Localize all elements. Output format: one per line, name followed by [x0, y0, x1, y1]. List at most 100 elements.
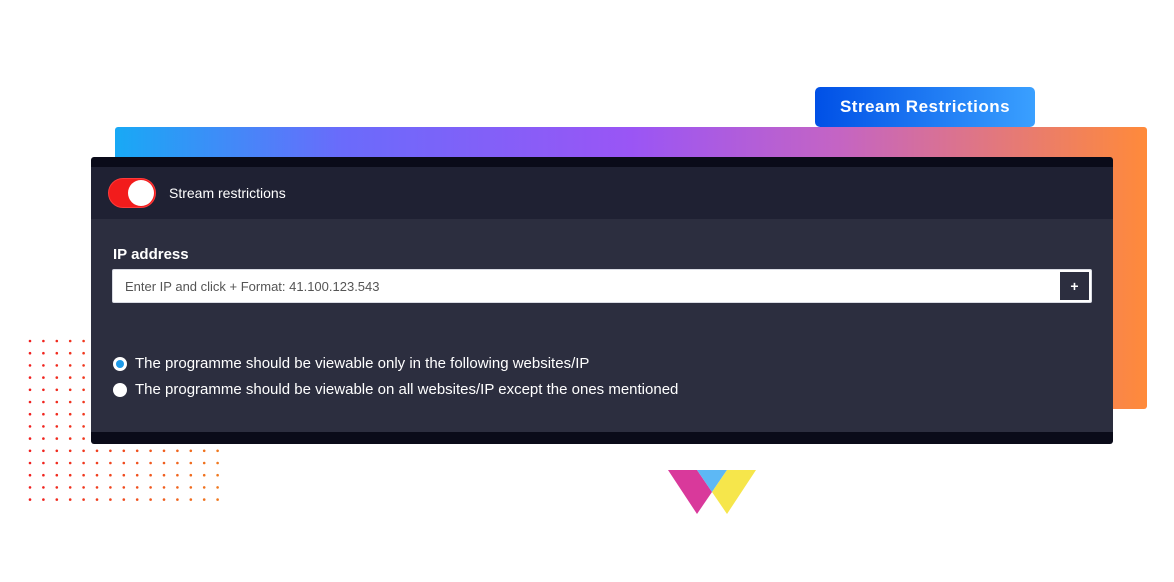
decoration-dot [28, 437, 32, 440]
decoration-dot [82, 412, 85, 416]
decoration-dot [42, 376, 45, 379]
decoration-dot [42, 388, 45, 392]
decoration-dot [176, 461, 179, 465]
decoration-dot [149, 461, 152, 465]
decoration-dot [68, 473, 72, 477]
decoration-dot [202, 461, 206, 465]
decoration-dot [42, 364, 45, 367]
decoration-dot [68, 412, 72, 416]
decoration-dot [42, 351, 45, 355]
decoration-dot [68, 351, 72, 355]
decoration-dot [28, 461, 32, 465]
decoration-dot [42, 461, 45, 465]
decoration-dot [55, 339, 59, 343]
decoration-dot [202, 473, 206, 477]
decoration-dot [82, 437, 85, 440]
decoration-dot [55, 498, 59, 501]
decoration-dot [82, 376, 85, 379]
decoration-dot [42, 449, 45, 453]
decoration-dot [95, 461, 99, 465]
decoration-dot [28, 412, 32, 416]
radio-option-whitelist[interactable]: The programme should be viewable only in… [113, 355, 589, 372]
decoration-dot [82, 351, 85, 355]
decoration-dot [42, 339, 45, 343]
decoration-dot [216, 461, 219, 465]
decoration-dot [68, 425, 72, 428]
decoration-dot [216, 473, 219, 477]
decoration-dot [109, 498, 112, 501]
decoration-dot [55, 376, 59, 379]
decoration-dot [42, 486, 45, 489]
decoration-dot [68, 364, 72, 367]
decoration-dot [82, 449, 85, 453]
decoration-dot [68, 437, 72, 440]
stream-restrictions-toggle[interactable] [108, 178, 156, 208]
decoration-dot [135, 461, 139, 465]
decoration-dot [68, 461, 72, 465]
decoration-dot [122, 461, 126, 465]
decoration-dot [82, 388, 85, 392]
decoration-dot [55, 486, 59, 489]
decoration-dot [122, 473, 126, 477]
decoration-dot [189, 498, 193, 501]
decoration-dot [68, 449, 72, 453]
radio-option-blacklist[interactable]: The programme should be viewable on all … [113, 381, 678, 398]
decoration-dot [68, 376, 72, 379]
radio-selected-icon[interactable] [113, 356, 127, 371]
radio-unselected-icon[interactable] [113, 382, 127, 397]
brand-logo [668, 470, 756, 514]
decoration-dot [176, 498, 179, 501]
decoration-dot [149, 486, 152, 489]
decoration-dot [216, 498, 219, 501]
decoration-dot [28, 351, 32, 355]
decoration-dot [82, 339, 85, 343]
decoration-dot [216, 486, 219, 489]
decoration-dot [28, 388, 32, 392]
decoration-dot [28, 376, 32, 379]
decoration-dot [122, 486, 126, 489]
decoration-dot [68, 339, 72, 343]
ip-address-input[interactable] [113, 270, 1058, 302]
decoration-dot [82, 486, 85, 489]
decoration-dot [95, 473, 99, 477]
decoration-dot [135, 498, 139, 501]
decoration-dot [149, 449, 152, 453]
decoration-dot [55, 412, 59, 416]
decoration-dot [176, 486, 179, 489]
decoration-dot [82, 400, 85, 404]
decoration-dot [122, 498, 126, 501]
decoration-dot [28, 473, 32, 477]
decoration-dot [68, 388, 72, 392]
decoration-dot [95, 449, 99, 453]
add-ip-button[interactable]: + [1059, 271, 1090, 301]
decoration-dot [135, 486, 139, 489]
decoration-dot [55, 388, 59, 392]
decoration-dot [68, 486, 72, 489]
decoration-dot [95, 498, 99, 501]
decoration-dot [55, 425, 59, 428]
radio-label: The programme should be viewable only in… [135, 355, 590, 372]
ip-input-group: + [112, 269, 1092, 303]
decoration-dot [28, 400, 32, 404]
decoration-dot [216, 449, 219, 453]
decoration-dot [82, 461, 85, 465]
decoration-dot [55, 449, 59, 453]
ip-address-label: IP address [113, 246, 189, 263]
decoration-dot [55, 400, 59, 404]
decoration-dot [109, 473, 112, 477]
decoration-dot [82, 425, 85, 428]
decoration-dot [189, 486, 193, 489]
decoration-dot [189, 473, 193, 477]
decoration-dot [109, 486, 112, 489]
decoration-dot [28, 486, 32, 489]
decoration-dot [55, 437, 59, 440]
decoration-dot [28, 425, 32, 428]
decoration-dot [28, 449, 32, 453]
decoration-dot [95, 486, 99, 489]
decoration-dot [68, 400, 72, 404]
decoration-dot [42, 400, 45, 404]
decoration-dot [202, 498, 206, 501]
decoration-dot [42, 437, 45, 440]
panel-body: IP address + The programme should be vie… [91, 219, 1113, 432]
decoration-dot [55, 473, 59, 477]
